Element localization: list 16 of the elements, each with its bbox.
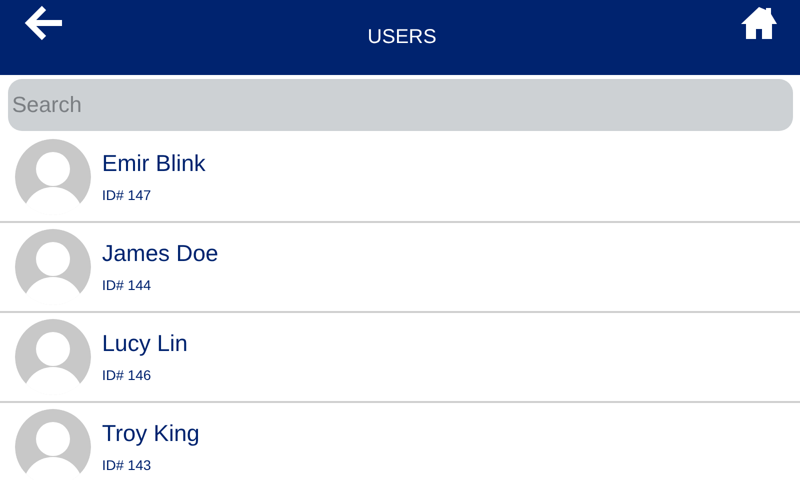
page-title: USERS	[368, 26, 436, 49]
user-name: Troy King	[102, 420, 200, 446]
user-list-item[interactable]: Troy King ID# 143	[0, 403, 800, 480]
user-id: ID# 144	[102, 276, 152, 292]
user-name: James Doe	[102, 240, 218, 266]
search-field[interactable]: Search	[8, 79, 793, 131]
home-icon	[740, 6, 778, 40]
user-name: Lucy Lin	[102, 330, 188, 356]
home-button[interactable]	[740, 6, 778, 40]
user-id: ID# 143	[102, 456, 152, 472]
back-button[interactable]	[24, 4, 64, 40]
avatar-icon	[15, 409, 91, 480]
back-arrow-icon	[24, 4, 64, 40]
user-name: Emir Blink	[102, 150, 206, 176]
user-id: ID# 147	[102, 186, 152, 202]
user-id: ID# 146	[102, 366, 152, 382]
